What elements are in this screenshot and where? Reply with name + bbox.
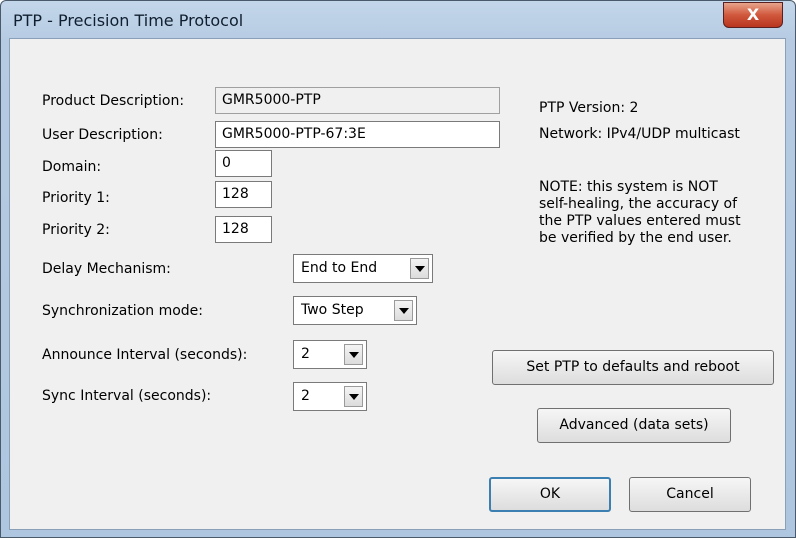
user-description-input[interactable]: GMR5000-PTP-67:3E [215, 121, 500, 148]
product-description-label: Product Description: [42, 93, 185, 109]
close-button[interactable]: X [723, 2, 783, 28]
priority2-input[interactable]: 128 [215, 216, 272, 243]
product-description-field: GMR5000-PTP [215, 87, 500, 114]
close-icon: X [746, 5, 760, 24]
note-text: NOTE: this system is NOT self-healing, t… [539, 179, 769, 247]
sync-interval-value: 2 [301, 388, 310, 404]
sync-mode-label: Synchronization mode: [42, 303, 204, 319]
priority1-input[interactable]: 128 [215, 181, 272, 208]
priority1-label: Priority 1: [42, 190, 110, 206]
ptp-version-text: PTP Version: 2 [539, 100, 639, 116]
chevron-down-icon[interactable] [394, 300, 413, 321]
cancel-label: Cancel [666, 486, 714, 502]
announce-interval-label: Announce Interval (seconds): [42, 347, 248, 363]
advanced-data-sets-label: Advanced (data sets) [559, 417, 709, 433]
announce-interval-select[interactable]: 2 [293, 340, 367, 369]
sync-interval-select[interactable]: 2 [293, 382, 367, 411]
reset-defaults-reboot-label: Set PTP to defaults and reboot [526, 359, 740, 375]
delay-mechanism-value: End to End [301, 260, 378, 276]
title-bar[interactable]: PTP - Precision Time Protocol X [1, 1, 795, 37]
chevron-down-icon[interactable] [344, 386, 363, 407]
dialog-window: PTP - Precision Time Protocol X Product … [0, 0, 796, 538]
sync-mode-select[interactable]: Two Step [293, 296, 417, 325]
cancel-button[interactable]: Cancel [629, 477, 751, 512]
advanced-data-sets-button[interactable]: Advanced (data sets) [537, 408, 731, 443]
user-description-label: User Description: [42, 127, 163, 143]
dialog-body: Product Description: GMR5000-PTP User De… [9, 38, 786, 530]
note-line: NOTE: this system is NOT [539, 179, 718, 195]
chevron-down-icon[interactable] [410, 258, 429, 279]
priority2-label: Priority 2: [42, 222, 110, 238]
sync-interval-label: Sync Interval (seconds): [42, 388, 212, 404]
delay-mechanism-label: Delay Mechanism: [42, 261, 171, 277]
domain-label: Domain: [42, 159, 102, 175]
note-line: the PTP values entered must [539, 213, 741, 229]
ok-button[interactable]: OK [489, 477, 611, 512]
window-title: PTP - Precision Time Protocol [13, 11, 244, 30]
note-line: self-healing, the accuracy of [539, 196, 738, 212]
domain-input[interactable]: 0 [215, 150, 272, 177]
announce-interval-value: 2 [301, 346, 310, 362]
delay-mechanism-select[interactable]: End to End [293, 254, 433, 283]
ok-label: OK [539, 486, 561, 502]
note-line: be verified by the end user. [539, 230, 732, 246]
network-text: Network: IPv4/UDP multicast [539, 126, 740, 142]
sync-mode-value: Two Step [301, 302, 364, 318]
reset-defaults-reboot-button[interactable]: Set PTP to defaults and reboot [492, 350, 774, 385]
chevron-down-icon[interactable] [344, 344, 363, 365]
